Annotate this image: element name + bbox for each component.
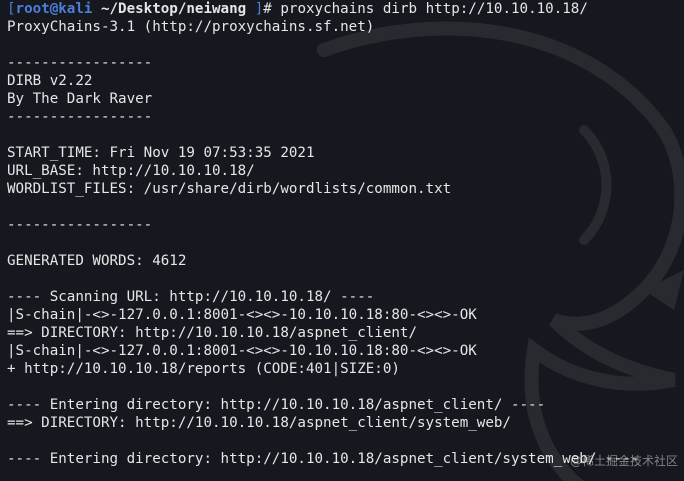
- output-line: ==> DIRECTORY: http://10.10.10.18/aspnet…: [7, 415, 511, 431]
- output-line: ProxyChains-3.1 (http://proxychains.sf.n…: [7, 19, 375, 35]
- output-line: START_TIME: Fri Nov 19 07:53:35 2021: [7, 145, 315, 161]
- output-line: WORDLIST_FILES: /usr/share/dirb/wordlist…: [7, 181, 452, 197]
- output-line: By The Dark Raver: [7, 91, 153, 107]
- output-line: ==> DIRECTORY: http://10.10.10.18/aspnet…: [7, 325, 417, 341]
- command-text: proxychains dirb http://10.10.10.18/: [280, 1, 588, 17]
- prompt-path: ~/Desktop/neiwang: [100, 1, 247, 17]
- output-line: -----------------: [7, 109, 153, 125]
- output-line: ---- Scanning URL: http://10.10.10.18/ -…: [7, 289, 375, 305]
- prompt-symbol: #: [263, 1, 281, 17]
- output-line: -----------------: [7, 217, 153, 233]
- watermark-text: @稀土掘金技术社区: [569, 454, 678, 468]
- output-line: |S-chain|-<>-127.0.0.1:8001-<><>-10.10.1…: [7, 307, 477, 323]
- output-line: GENERATED WORDS: 4612: [7, 253, 187, 269]
- output-line: + http://10.10.10.18/reports (CODE:401|S…: [7, 361, 400, 377]
- output-line: |S-chain|-<>-127.0.0.1:8001-<><>-10.10.1…: [7, 343, 477, 359]
- terminal-output: [root@kali ~/Desktop/neiwang ]# proxycha…: [7, 0, 684, 468]
- terminal-window[interactable]: [root@kali ~/Desktop/neiwang ]# proxycha…: [0, 0, 684, 481]
- prompt-user-host: root@kali: [15, 1, 93, 17]
- prompt-close-bracket: ]: [246, 1, 264, 17]
- output-line: ---- Entering directory: http://10.10.10…: [7, 397, 546, 413]
- output-line: DIRB v2.22: [7, 73, 93, 89]
- output-line: URL_BASE: http://10.10.10.18/: [7, 163, 255, 179]
- prompt-open-bracket: [: [7, 1, 16, 17]
- command-line: [root@kali ~/Desktop/neiwang ]# proxycha…: [7, 0, 684, 18]
- output-line: -----------------: [7, 55, 153, 71]
